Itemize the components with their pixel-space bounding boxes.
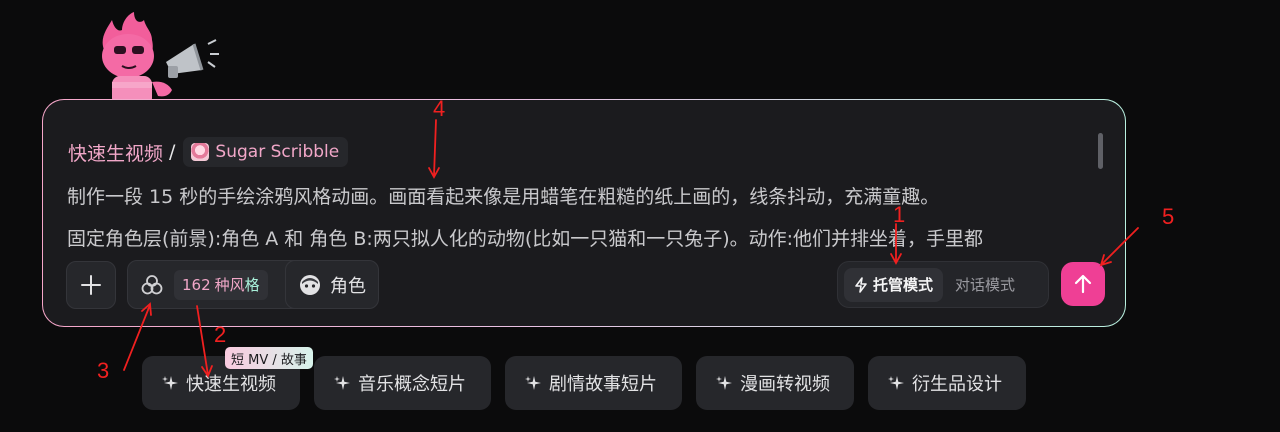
annotation-label-5: 5 — [1162, 204, 1175, 229]
annotation-label-1: 1 — [893, 202, 906, 227]
annotation-arrows — [123, 119, 1139, 378]
annotation-label-2: 2 — [214, 322, 227, 347]
annotation-label-3: 3 — [97, 358, 110, 383]
annotation-label-4: 4 — [433, 96, 446, 121]
